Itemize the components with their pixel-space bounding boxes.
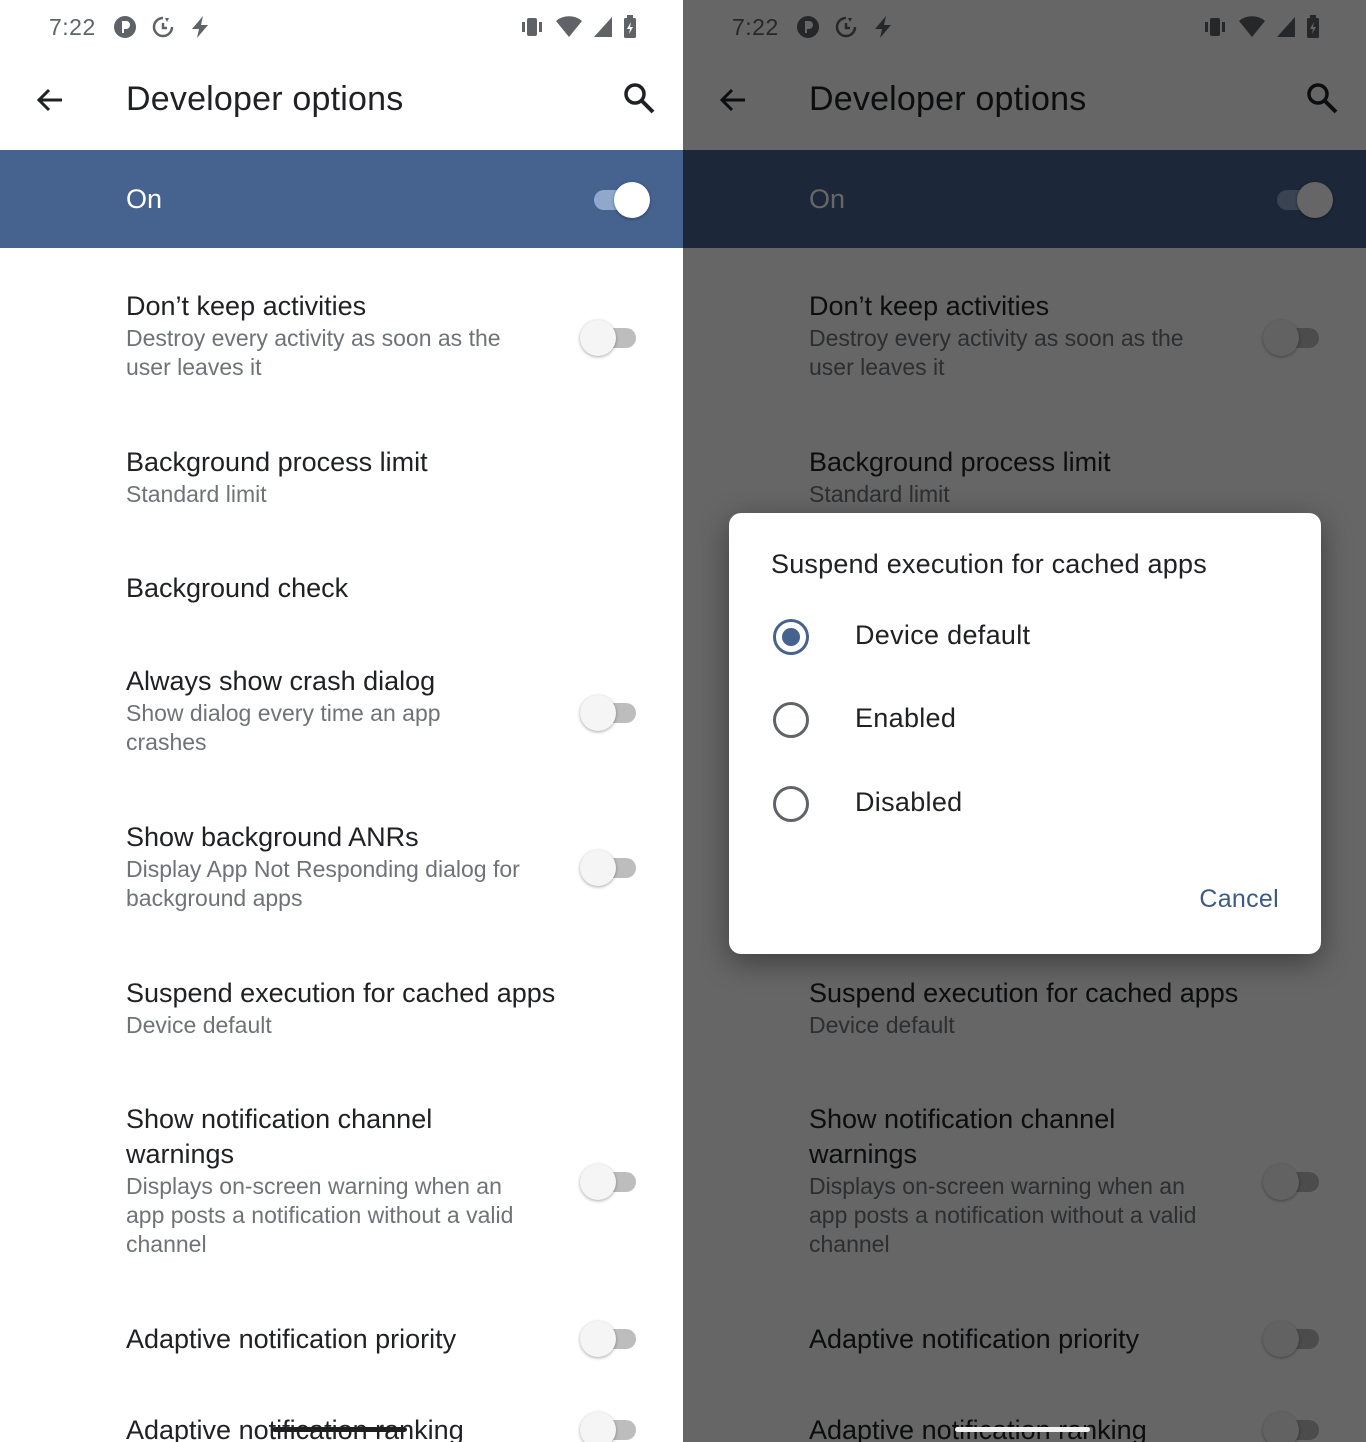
dont-keep-activities-switch[interactable] bbox=[578, 318, 640, 358]
radio-label: Enabled bbox=[855, 703, 957, 733]
setting-suspend-execution-cached-apps[interactable]: Suspend execution for cached apps Device… bbox=[126, 976, 596, 1040]
master-switch-bar[interactable]: On bbox=[0, 150, 683, 248]
setting-summary: Displays on-screen warning when an app p… bbox=[126, 1173, 514, 1257]
adaptive-notification-priority-switch[interactable] bbox=[578, 1319, 640, 1359]
radio-option-device-default[interactable]: Device default bbox=[769, 607, 1289, 667]
cell-signal-icon bbox=[593, 16, 613, 38]
setting-show-notification-channel-warnings[interactable]: Show notification channel warnings Displ… bbox=[126, 1102, 596, 1259]
developer-options-screen: 7:22 Developer options On Don’t keep act… bbox=[0, 0, 683, 1442]
setting-show-background-anrs[interactable]: Show background ANRs Display App Not Res… bbox=[126, 820, 596, 913]
setting-always-show-crash-dialog[interactable]: Always show crash dialog Show dialog eve… bbox=[126, 664, 596, 757]
master-switch-toggle[interactable] bbox=[592, 180, 652, 220]
setting-title: Don’t keep activities bbox=[126, 291, 367, 321]
suspend-execution-dialog: Suspend execution for cached apps Device… bbox=[729, 513, 1321, 954]
back-arrow-icon bbox=[34, 84, 66, 121]
radio-checked-icon[interactable] bbox=[773, 619, 809, 655]
app-bar: Developer options bbox=[0, 56, 683, 150]
setting-title: Background process limit bbox=[126, 447, 428, 477]
setting-summary: Destroy every activity as soon as the us… bbox=[126, 325, 501, 380]
adaptive-notification-ranking-switch[interactable] bbox=[578, 1410, 640, 1442]
setting-title: Background check bbox=[126, 573, 349, 603]
search-icon bbox=[622, 81, 656, 120]
radio-unchecked-icon[interactable] bbox=[773, 786, 809, 822]
blocked-notification-icon bbox=[113, 15, 137, 39]
sync-icon bbox=[151, 15, 175, 39]
show-notification-channel-warnings-switch[interactable] bbox=[578, 1162, 640, 1202]
cancel-button[interactable]: Cancel bbox=[1199, 885, 1279, 914]
always-show-crash-dialog-switch[interactable] bbox=[578, 693, 640, 733]
setting-title: Adaptive notification priority bbox=[126, 1324, 457, 1354]
setting-background-process-limit[interactable]: Background process limit Standard limit bbox=[126, 445, 596, 509]
setting-summary: Standard limit bbox=[126, 481, 267, 507]
setting-dont-keep-activities[interactable]: Don’t keep activities Destroy every acti… bbox=[126, 289, 596, 382]
back-button[interactable] bbox=[28, 80, 72, 124]
setting-summary: Show dialog every time an app crashes bbox=[126, 700, 441, 755]
charging-icon bbox=[189, 15, 211, 39]
search-button[interactable] bbox=[617, 78, 661, 122]
setting-title: Show background ANRs bbox=[126, 822, 419, 852]
dialog-title: Suspend execution for cached apps bbox=[771, 549, 1207, 579]
setting-summary: Device default bbox=[126, 1012, 272, 1038]
master-switch-label: On bbox=[126, 184, 163, 214]
radio-option-enabled[interactable]: Enabled bbox=[769, 690, 1289, 750]
setting-title: Suspend execution for cached apps bbox=[126, 978, 556, 1008]
status-bar: 7:22 bbox=[0, 0, 683, 56]
setting-adaptive-notification-priority[interactable]: Adaptive notification priority bbox=[126, 1322, 596, 1357]
navigation-handle[interactable] bbox=[272, 1427, 407, 1432]
setting-title: Show notification channel warnings bbox=[126, 1104, 433, 1169]
vibrate-icon bbox=[519, 16, 545, 38]
radio-unchecked-icon[interactable] bbox=[773, 702, 809, 738]
page-title: Developer options bbox=[126, 80, 404, 118]
setting-summary: Display App Not Responding dialog for ba… bbox=[126, 856, 520, 911]
radio-label: Disabled bbox=[855, 787, 963, 817]
wifi-icon bbox=[555, 16, 583, 38]
radio-label: Device default bbox=[855, 620, 1031, 650]
battery-icon bbox=[623, 15, 637, 39]
setting-title: Always show crash dialog bbox=[126, 666, 436, 696]
setting-background-check[interactable]: Background check bbox=[126, 571, 596, 606]
status-time: 7:22 bbox=[49, 14, 96, 40]
navigation-handle[interactable] bbox=[955, 1427, 1090, 1432]
radio-option-disabled[interactable]: Disabled bbox=[769, 774, 1289, 834]
show-background-anrs-switch[interactable] bbox=[578, 848, 640, 888]
